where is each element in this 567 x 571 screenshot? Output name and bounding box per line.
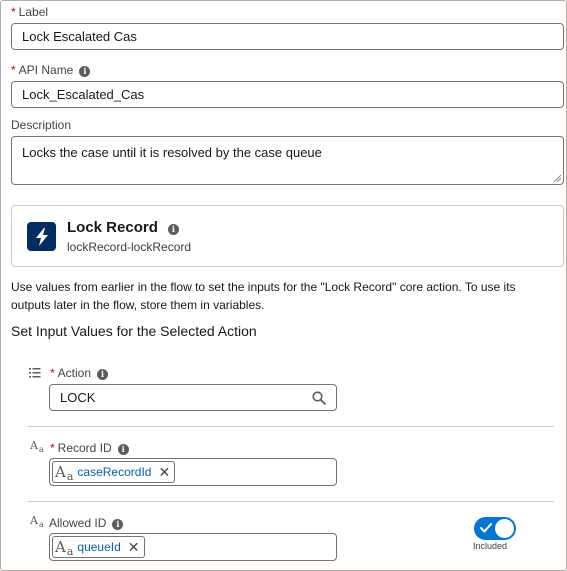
required-marker: *	[50, 366, 55, 380]
action-label-text: Action	[57, 366, 92, 380]
api-name-input[interactable]: Lock_Escalated_Cas	[11, 81, 564, 108]
divider	[28, 426, 554, 427]
record-id-field-label: * Record ID i	[50, 441, 129, 455]
api-name-field-label: * API Name i	[11, 63, 91, 77]
info-icon[interactable]: i	[112, 519, 124, 530]
lightning-bolt-icon	[27, 222, 56, 251]
text-type-icon: Aa	[55, 538, 74, 558]
action-input-value: LOCK	[60, 390, 96, 405]
required-marker: *	[11, 63, 16, 77]
text-type-icon: Aa	[30, 514, 44, 529]
allowed-id-field-label: Allowed ID i	[49, 516, 124, 530]
description-textarea[interactable]: Locks the case until it is resolved by t…	[11, 136, 564, 185]
info-icon[interactable]: i	[117, 444, 129, 455]
action-card-title-text: Lock Record	[67, 219, 158, 236]
text-type-icon: Aa	[30, 439, 44, 454]
divider	[28, 501, 554, 502]
resource-pill[interactable]: Aa queueId ✕	[52, 536, 145, 558]
include-toggle[interactable]	[474, 517, 516, 540]
action-card-subtitle: lockRecord-lockRecord	[67, 240, 192, 254]
toggle-knob	[495, 519, 514, 538]
checkmark-icon	[480, 523, 492, 533]
description-field-label: Description	[11, 118, 71, 132]
label-input[interactable]: Lock Escalated Cas	[11, 23, 564, 50]
action-field-label: * Action i	[50, 366, 109, 380]
record-id-input[interactable]: Aa caseRecordId ✕	[49, 458, 337, 486]
description-label-text: Description	[11, 118, 72, 132]
flow-action-editor-panel: * Label Lock Escalated Cas * API Name i Loc…	[0, 0, 567, 571]
label-input-value: Lock Escalated Cas	[22, 29, 137, 44]
api-name-input-value: Lock_Escalated_Cas	[22, 87, 145, 102]
list-icon	[29, 368, 41, 378]
api-name-label-text: API Name	[18, 63, 74, 77]
toggle-label: Included	[473, 541, 508, 551]
info-icon[interactable]: i	[97, 369, 109, 380]
action-card-title: Lock Record i	[67, 219, 179, 236]
helper-text: Use values from earlier in the flow to s…	[11, 280, 516, 312]
label-field-label-text: Label	[18, 5, 49, 19]
pill-label: queueId	[77, 540, 121, 554]
remove-pill-icon[interactable]: ✕	[158, 465, 170, 479]
info-icon[interactable]: i	[79, 66, 91, 77]
info-icon[interactable]: i	[167, 224, 179, 235]
required-marker: *	[50, 441, 55, 455]
record-id-label-text: Record ID	[57, 441, 112, 455]
required-marker: *	[11, 5, 16, 19]
pill-label: caseRecordId	[77, 465, 152, 479]
description-textarea-value: Locks the case until it is resolved by t…	[22, 145, 322, 160]
action-card: Lock Record i lockRecord-lockRecord	[11, 205, 564, 267]
allowed-id-label-text: Allowed ID	[49, 516, 107, 530]
remove-pill-icon[interactable]: ✕	[128, 540, 140, 554]
text-type-icon: Aa	[55, 463, 74, 483]
action-search-input[interactable]: LOCK	[49, 384, 337, 411]
allowed-id-input[interactable]: Aa queueId ✕	[49, 533, 337, 561]
label-field-label: * Label	[11, 5, 48, 19]
section-title: Set Input Values for the Selected Action	[11, 323, 257, 339]
resize-handle-icon[interactable]	[553, 174, 561, 182]
search-icon[interactable]	[312, 390, 326, 405]
resource-pill[interactable]: Aa caseRecordId ✕	[52, 461, 176, 483]
